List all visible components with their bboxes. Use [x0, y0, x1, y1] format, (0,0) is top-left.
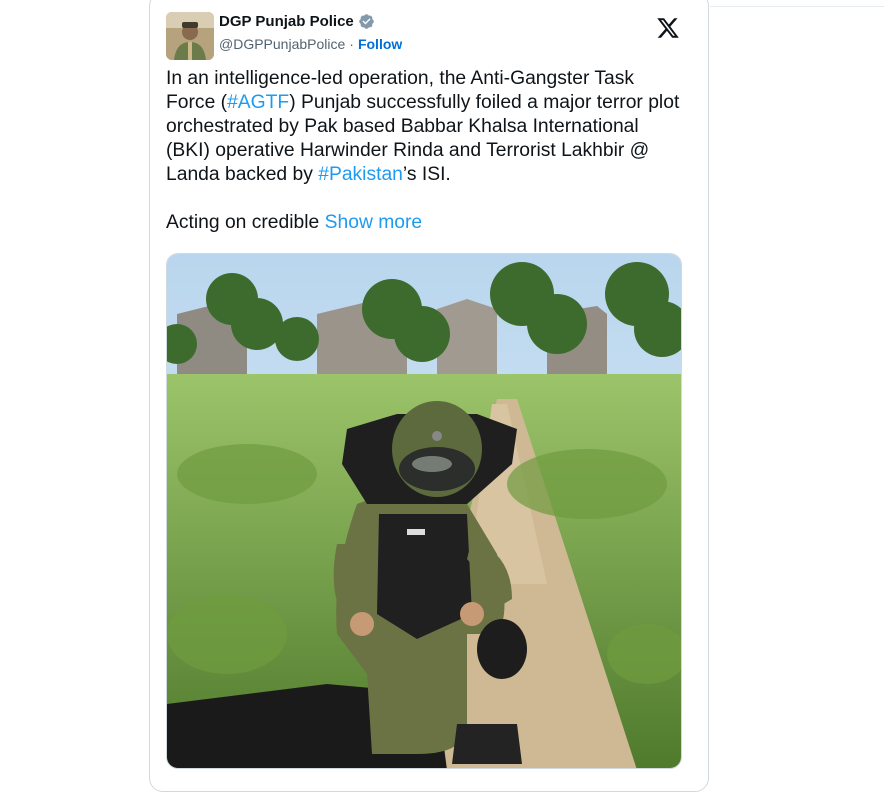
author-name[interactable]: DGP Punjab Police — [219, 13, 354, 30]
tweet-header: DGP Punjab Police @DGPPunjabPolice · Follo… — [166, 12, 692, 62]
tweet-card[interactable]: DGP Punjab Police @DGPPunjabPolice · Follo… — [149, 0, 709, 792]
author-handle[interactable]: @DGPPunjabPolice — [219, 36, 345, 52]
show-more-link[interactable]: Show more — [325, 212, 423, 233]
tweet-text-part: ’s ISI. — [402, 164, 451, 185]
follow-button[interactable]: Follow — [358, 36, 402, 52]
tweet-text: In an intelligence-led operation, the An… — [166, 67, 686, 235]
tweet-photo[interactable] — [166, 253, 682, 769]
tweet-text-part: Acting on credible — [166, 212, 325, 233]
separator-dot: · — [349, 36, 354, 52]
hashtag-agtf-link[interactable]: #AGTF — [227, 92, 289, 113]
top-divider — [710, 0, 884, 7]
photo-bomb-disposal-suit — [167, 254, 681, 768]
author-name-row: DGP Punjab Police — [219, 13, 375, 30]
x-logo-icon[interactable] — [656, 16, 680, 40]
avatar[interactable] — [166, 12, 214, 60]
verified-badge-icon — [359, 14, 374, 29]
author-handle-row: @DGPPunjabPolice · Follow — [219, 36, 402, 52]
hashtag-pakistan-link[interactable]: #Pakistan — [318, 164, 403, 185]
